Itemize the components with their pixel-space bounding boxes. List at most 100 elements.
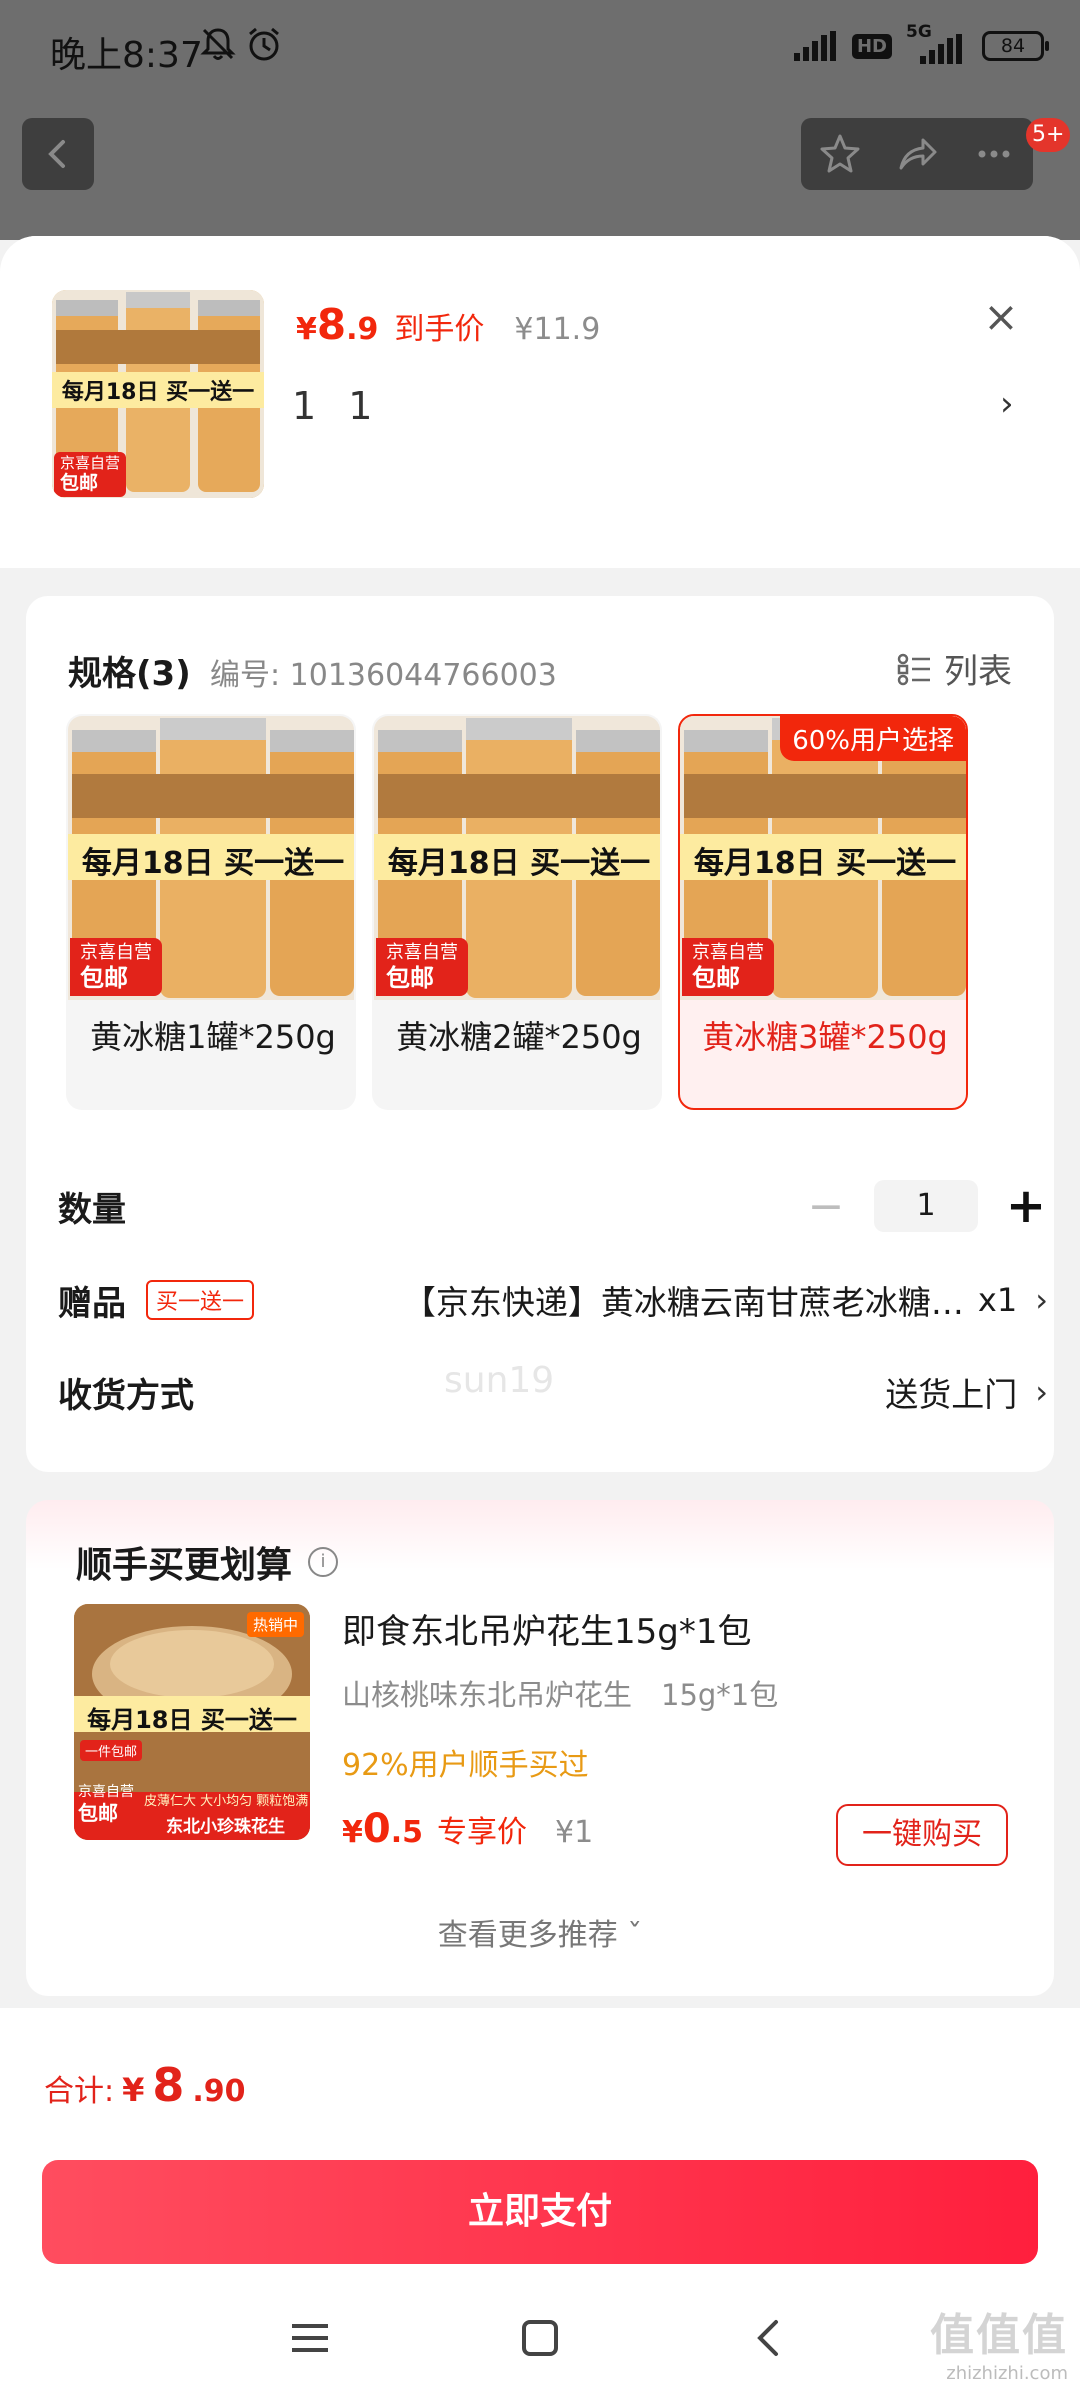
rec-badge: 京喜自营 包邮	[78, 1784, 134, 1825]
price-integer: 0	[362, 1806, 391, 1852]
rec-final-price: ¥0.5	[342, 1806, 423, 1852]
signal-icon	[793, 31, 836, 61]
variant-tag-ship: 包邮	[692, 963, 740, 992]
popular-choice-badge: 60%用户选择	[780, 716, 966, 761]
variant-banner: 每月18日 买一送一	[693, 846, 957, 881]
variant-option-3[interactable]: 每月18日 买一送一 京喜自营 包邮 60%用户选择 黄冰糖3罐*250g	[678, 714, 968, 1110]
quantity-row: 数量 − 1 +	[58, 1176, 1048, 1236]
close-button[interactable]: ×	[978, 294, 1024, 340]
decrement-button[interactable]: −	[804, 1181, 848, 1232]
recommendation-title-text: 顺手买更划算	[76, 1545, 293, 1586]
more-icon[interactable]	[970, 130, 1018, 178]
star-icon[interactable]	[816, 130, 864, 178]
one-click-buy-button[interactable]: 一键购买	[836, 1804, 1008, 1866]
rec-original-price: ¥1	[555, 1815, 594, 1850]
variant-tag-self: 京喜自营	[386, 942, 458, 963]
variant-badge: 京喜自营 包邮	[682, 938, 774, 997]
variant-tag-self: 京喜自营	[692, 942, 764, 963]
spec-title: 规格(3)	[68, 654, 191, 694]
price-decimal: .5	[390, 1815, 423, 1850]
gift-tag: 买一送一	[146, 1280, 255, 1320]
nav-actions	[801, 118, 1033, 190]
variant-badge: 京喜自营 包邮	[70, 938, 162, 997]
gift-row[interactable]: 赠品 买一送一 【京东快递】黄冰糖云南甘蔗老冰糖… x1 ›	[58, 1270, 1048, 1330]
variant-option-2[interactable]: 每月18日 买一送一 京喜自营 包邮 黄冰糖2罐*250g	[372, 714, 662, 1110]
back-arrow-icon	[48, 140, 65, 168]
site-watermark: 值值值 zhizhizhi.com	[930, 2299, 1068, 2384]
selected-spec-summary[interactable]: 1 1	[292, 384, 382, 428]
signal-5g-icon	[920, 34, 962, 64]
spec-sheet: 每月18日 买一送一 京喜自营 包邮 ¥8.9 到手价 ¥11.9 1 1 × …	[0, 236, 1080, 2400]
list-view-toggle[interactable]: 列表	[896, 644, 1012, 693]
list-icon	[897, 653, 930, 685]
menu-icon[interactable]	[280, 2308, 340, 2368]
rec-img-caption: 东北小珍珠花生	[166, 1817, 285, 1837]
spec-card: 规格(3) 编号: 10136044766003 列表 每月18日 买一送一 京…	[26, 596, 1054, 1472]
status-time: 晚上8:37	[50, 35, 203, 76]
final-price: ¥8.9	[296, 300, 378, 349]
5g-signal: 5G	[906, 22, 968, 64]
product-code: 编号: 10136044766003	[210, 658, 557, 693]
battery-icon: 84	[982, 31, 1049, 61]
price-decimal: .9	[346, 312, 379, 347]
chevron-right-icon: ›	[1035, 1373, 1048, 1411]
recommendation-rate: 92%用户顺手买过	[342, 1748, 589, 1783]
rec-price-tag: 专享价	[437, 1815, 527, 1850]
thumb-tag-self: 京喜自营	[60, 454, 121, 472]
total-currency: ¥	[122, 2071, 145, 2109]
variant-banner: 每月18日 买一送一	[387, 846, 651, 881]
quantity-input[interactable]: 1	[874, 1180, 978, 1232]
increment-button[interactable]: +	[1004, 1178, 1048, 1234]
recommendation-card: 顺手买更划算 i 热销中 每月18日 买一送一 一件包邮 皮薄仁大 大小均匀 颗…	[26, 1500, 1054, 1996]
variant-tag-self: 京喜自营	[80, 942, 152, 963]
variant-tag-ship: 包邮	[80, 963, 128, 992]
product-thumbnail[interactable]: 每月18日 买一送一 京喜自营 包邮	[52, 290, 264, 498]
recommendation-price: ¥0.5 专享价 ¥1	[342, 1806, 593, 1852]
info-icon[interactable]: i	[308, 1547, 339, 1577]
total-decimal: .90	[192, 2074, 246, 2109]
total-integer: 8	[152, 2058, 185, 2112]
original-price: ¥11.9	[514, 312, 601, 347]
gift-label: 赠品	[58, 1283, 126, 1324]
mute-bell-icon	[200, 28, 236, 60]
currency-symbol: ¥	[296, 312, 317, 347]
variant-label: 黄冰糖1罐*250g	[90, 1018, 336, 1056]
see-more-link[interactable]: 查看更多推荐 ˇ	[26, 1910, 1054, 1954]
rec-tag-self: 京喜自营	[78, 1784, 134, 1800]
rec-banner: 每月18日 买一送一	[87, 1706, 297, 1734]
chevron-right-icon[interactable]: ›	[1000, 384, 1014, 424]
price-tag: 到手价	[394, 312, 485, 347]
recommendation-title: 顺手买更划算 i	[76, 1536, 339, 1588]
price-integer: 8	[316, 300, 347, 349]
back-nav-icon[interactable]	[740, 2308, 800, 2368]
recommendation-spec: 山核桃味东北吊炉花生 15g*1包	[342, 1678, 779, 1712]
total-price: 合计: ¥8.90	[44, 2058, 246, 2112]
list-label: 列表	[944, 652, 1012, 692]
variant-banner: 每月18日 买一送一	[81, 846, 345, 881]
quantity-label: 数量	[58, 1189, 126, 1230]
quantity-stepper: − 1 +	[804, 1178, 1048, 1234]
recommendation-image[interactable]: 热销中 每月18日 买一送一 一件包邮 皮薄仁大 大小均匀 颗粒饱满 东北小珍珠…	[74, 1604, 310, 1840]
pay-now-button[interactable]: 立即支付	[42, 2160, 1038, 2264]
thumb-badge: 京喜自营 包邮	[54, 452, 127, 497]
rec-tag-ship: 包邮	[78, 1800, 118, 1825]
recommendation-name[interactable]: 即食东北吊炉花生15g*1包	[342, 1604, 751, 1653]
rec-img-sub: 皮薄仁大 大小均匀 颗粒饱满	[144, 1794, 309, 1809]
ghost-watermark: sun19	[444, 1360, 555, 1401]
gift-value: 【京东快递】黄冰糖云南甘蔗老冰糖…	[402, 1283, 964, 1322]
variant-label: 黄冰糖2罐*250g	[396, 1018, 642, 1056]
variant-list: 每月18日 买一送一 京喜自营 包邮 黄冰糖1罐*250g 每月18日 买一送一…	[66, 714, 968, 1110]
share-icon[interactable]	[893, 130, 941, 178]
back-button[interactable]	[22, 118, 94, 190]
status-bar: 晚上8:37 HD 5G 84	[0, 0, 1080, 92]
delivery-label: 收货方式	[58, 1375, 194, 1416]
price-row: ¥8.9 到手价 ¥11.9	[296, 300, 600, 349]
gift-count: x1	[977, 1281, 1018, 1319]
rec-stamp: 一件包邮	[80, 1740, 143, 1761]
hd-badge: HD	[851, 33, 892, 59]
watermark-url: zhizhizhi.com	[946, 2363, 1068, 2384]
variant-option-1[interactable]: 每月18日 买一送一 京喜自营 包邮 黄冰糖1罐*250g	[66, 714, 356, 1110]
home-icon[interactable]	[510, 2308, 570, 2368]
system-navbar	[0, 2290, 1080, 2386]
currency-symbol: ¥	[342, 1815, 363, 1850]
